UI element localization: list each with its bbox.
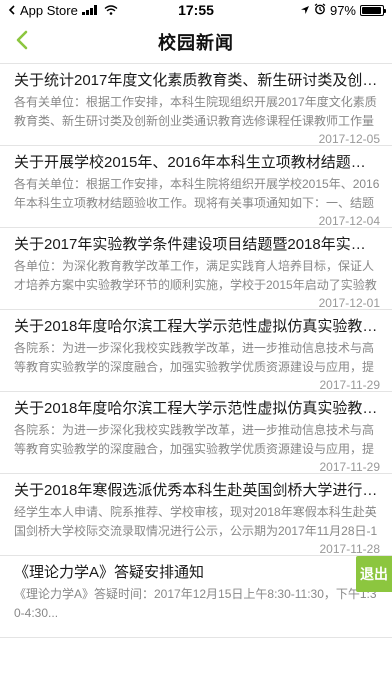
page-title: 校园新闻: [158, 32, 234, 53]
news-summary: 经学生本人申请、院系推荐、学校审核，现对2018年寒假本科生赴英国剑桥大学校际交…: [14, 505, 378, 538]
chevron-left-icon: [15, 29, 29, 56]
news-title: 关于2017年实验教学条件建设项目结题暨2018年实验教学条件建设项目申报的通知: [14, 236, 380, 253]
location-icon: [300, 3, 310, 18]
back-button[interactable]: [4, 24, 40, 60]
news-summary: 各院系：为进一步深化我校实践教学改革，进一步推动信息技术与高等教育实验教学的深度…: [14, 341, 375, 374]
news-item[interactable]: 关于2018年寒假选派优秀本科生赴英国剑桥大学进行校际交流的公示 经学生本人申请…: [0, 474, 392, 556]
news-item[interactable]: 关于统计2017年度文化素质教育类、新生研讨类及创新创业类通识教育选修课程任课教…: [0, 64, 392, 146]
news-summary: 各有关单位：根据工作安排，本科生院现组织开展2017年度文化素质教育类、新生研讨…: [14, 95, 377, 128]
news-title: 关于统计2017年度文化素质教育类、新生研讨类及创新创业类通识教育选修课程任课教…: [14, 72, 380, 89]
signal-icon: [81, 3, 100, 18]
news-summary: 各单位：为深化教育教学改革工作，满足实践育人培养目标，保证人才培养方案中实验教学…: [14, 259, 377, 292]
news-summary: 《理论力学A》答疑时间：2017年12月15日上午8:30-11:30，下午1:…: [14, 587, 377, 620]
news-title: 《理论力学A》答疑安排通知: [14, 564, 205, 581]
navigation-bar: 校园新闻: [0, 20, 392, 64]
news-list[interactable]: 关于统计2017年度文化素质教育类、新生研讨类及创新创业类通识教育选修课程任课教…: [0, 64, 392, 696]
news-summary: 各有关单位：根据工作安排，本科生院将组织开展学校2015年、2016年本科生立项…: [14, 177, 380, 210]
wifi-icon: [104, 3, 118, 18]
alarm-icon: [314, 3, 326, 18]
news-item[interactable]: 《理论力学A》答疑安排通知 《理论力学A》答疑时间：2017年12月15日上午8…: [0, 556, 392, 638]
news-item[interactable]: 关于2018年度哈尔滨工程大学示范性虚拟仿真实验教学项目申报工作的通知 各院系：…: [0, 392, 392, 474]
news-title: 关于开展学校2015年、2016年本科生立项教材结题验收工作的通知: [14, 154, 380, 171]
news-date: 2017-11-29: [319, 378, 381, 392]
news-date: 2017-12-04: [318, 214, 380, 228]
news-date: 2017-11-28: [319, 542, 381, 556]
battery-level-fill: [362, 6, 382, 14]
news-item[interactable]: 关于2018年度哈尔滨工程大学示范性虚拟仿真实验教学项目申报工作的通知 各院系：…: [0, 310, 392, 392]
news-title: 关于2018年度哈尔滨工程大学示范性虚拟仿真实验教学项目申报工作的通知: [14, 400, 380, 417]
status-bar-left: App Store: [8, 3, 118, 18]
exit-button[interactable]: 退出: [356, 556, 392, 592]
battery-icon: [360, 4, 386, 16]
news-title: 关于2018年寒假选派优秀本科生赴英国剑桥大学进行校际交流的公示: [14, 482, 380, 499]
carrier-label[interactable]: App Store: [20, 3, 78, 18]
news-date: 2017-11-29: [319, 460, 381, 474]
news-date: 2017-12-05: [318, 132, 380, 146]
news-item[interactable]: 关于2017年实验教学条件建设项目结题暨2018年实验教学条件建设项目申报的通知…: [0, 228, 392, 310]
status-bar-right: 97%: [300, 2, 386, 18]
status-bar: App Store 17:55 97%: [0, 0, 392, 20]
news-summary: 各院系：为进一步深化我校实践教学改革，进一步推动信息技术与高等教育实验教学的深度…: [14, 423, 375, 456]
back-to-app-icon[interactable]: [8, 3, 16, 18]
battery-percent: 97%: [329, 2, 356, 18]
news-title: 关于2018年度哈尔滨工程大学示范性虚拟仿真实验教学项目申报工作的通知: [14, 318, 380, 335]
news-item[interactable]: 关于开展学校2015年、2016年本科生立项教材结题验收工作的通知 各有关单位：…: [0, 146, 392, 228]
news-date: 2017-12-01: [318, 296, 380, 310]
